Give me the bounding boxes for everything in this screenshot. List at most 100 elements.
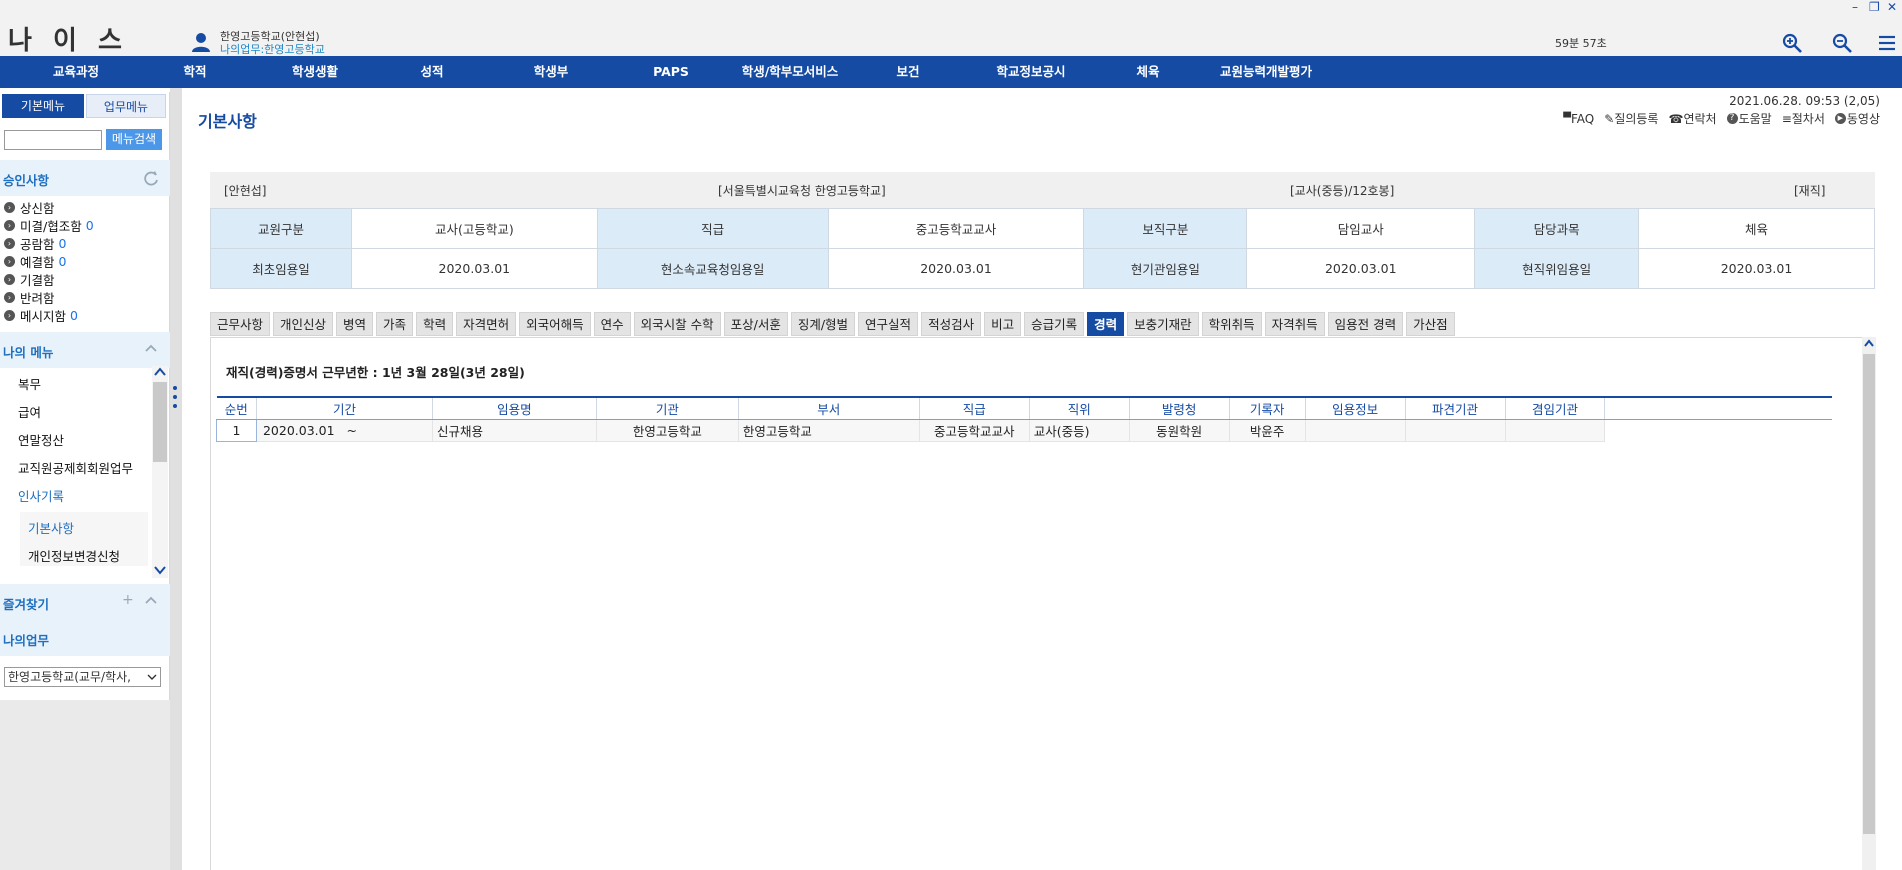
video-link[interactable]: ▶ 동영상 [1834,110,1880,127]
tab-career[interactable]: 경력 [1087,312,1125,336]
mymenu-item-salary[interactable]: 급여 [18,402,41,421]
approval-item-messages[interactable]: › 메시지함 0 [4,306,164,324]
drag-handle-icon[interactable] [171,384,179,410]
cell-issuer[interactable]: 동원학원 [1129,419,1230,442]
menu-search-button[interactable]: 메뉴검색 [106,129,162,150]
scroll-up-arrow-icon[interactable] [153,366,167,378]
tab-remarks[interactable]: 비고 [984,312,1022,336]
close-icon[interactable]: ✕ [1887,0,1897,14]
nav-item-registry[interactable]: 학적 [165,56,225,88]
tab-awards[interactable]: 포상/서훈 [723,312,788,336]
approval-item-circulation[interactable]: › 공람함 0 [4,234,164,252]
cell-position[interactable]: 교사(중등) [1029,419,1130,442]
tab-supplement[interactable]: 보충기재란 [1127,312,1199,336]
info-label: 보직구분 [1083,208,1248,249]
certificate-note: 재직(경력)증명서 근무년한 : 1년 3월 28일(3년 28일) [226,365,525,380]
mymenu-item-tax-settlement[interactable]: 연말정산 [18,430,64,449]
panel-divider[interactable] [170,88,182,870]
tab-discipline[interactable]: 징계/형벌 [790,312,856,336]
nav-item-student-life[interactable]: 학생생활 [280,56,350,88]
nav-item-pe[interactable]: 체육 [1128,56,1168,88]
detail-scroll-thumb[interactable] [1863,354,1875,834]
tab-promotion[interactable]: 승급기록 [1024,312,1085,336]
summary-name: [안현섭] [224,184,267,198]
col-header: 임용정보 [1305,396,1406,420]
approval-item-completed[interactable]: › 기결함 [4,270,164,288]
tab-degree[interactable]: 학위취득 [1201,312,1262,336]
scroll-up-arrow-icon[interactable] [1863,338,1875,350]
tab-language[interactable]: 외국어해득 [519,312,591,336]
tab-family[interactable]: 가족 [376,312,414,336]
teacher-summary-row: [안현섭] [서울특별시교육청 한영고등학교] [교사(중등)/12호봉] [재… [210,172,1875,208]
mymenu-item-attendance[interactable]: 복무 [18,374,41,393]
cell-seq[interactable]: 1 [216,418,257,442]
tab-personal[interactable]: 개인신상 [273,312,334,336]
approval-count: 0 [85,217,94,233]
hamburger-menu-icon[interactable] [1876,32,1898,54]
approval-item-rejected[interactable]: › 반려함 [4,288,164,306]
tab-work-status[interactable]: 근무사항 [210,312,271,336]
approval-item-pending[interactable]: › 미결/협조함 0 [4,216,164,234]
cell-appointment[interactable]: 신규채용 [432,419,597,442]
tab-basic-menu[interactable]: 기본메뉴 [2,94,84,118]
nav-item-parent-service[interactable]: 학생/학부모서비스 [730,56,850,88]
scroll-down-arrow-icon[interactable] [153,564,167,576]
user-work-link[interactable]: 나의업무:한영고등학교 [220,41,325,57]
minimize-icon[interactable]: – [1852,0,1858,14]
cell-grade[interactable]: 중고등학교교사 [919,419,1030,442]
tab-work-menu[interactable]: 업무메뉴 [86,94,166,118]
app-logo[interactable]: 나 이 스 [8,20,128,57]
menu-search-input[interactable] [4,130,102,150]
tab-research[interactable]: 연구실적 [858,312,919,336]
tab-training[interactable]: 연수 [593,312,631,336]
tab-pre-career[interactable]: 임용전 경력 [1327,312,1404,336]
cell-agency[interactable]: 한영고등학교 [596,419,739,442]
restore-icon[interactable]: ❐ [1869,0,1880,14]
plus-icon[interactable]: + [122,592,134,608]
mymenu-item-mutual-aid[interactable]: 교직원공제회회원업무 [18,458,133,477]
mymenu-scroll-thumb[interactable] [153,382,167,462]
org-select[interactable]: 한영고등학교(교무/학사, [4,667,161,687]
nav-item-paps[interactable]: PAPS [645,56,697,88]
cell-appoint-info[interactable] [1305,419,1406,442]
tab-education[interactable]: 학력 [416,312,454,336]
refresh-icon[interactable] [142,169,160,187]
approval-list: › 상신함 › 미결/협조함 0 › 공람함 0 › 예결함 0 › 기결함 › 반려함 › 메시지… [4,198,164,324]
cell-department[interactable]: 한영고등학교 [738,419,920,442]
mymenu-item-hr-record[interactable]: 인사기록 [18,486,64,505]
chevron-up-icon[interactable] [144,594,158,608]
col-header: 기록자 [1229,396,1306,420]
tab-military[interactable]: 병역 [336,312,374,336]
cell-concurrent[interactable] [1505,419,1606,442]
question-register-link[interactable]: ✎ 질의등록 [1604,110,1658,127]
cell-recorder[interactable]: 박윤주 [1229,419,1306,442]
help-link[interactable]: ? 도움말 [1726,110,1772,127]
cell-dispatch[interactable] [1405,419,1506,442]
procedure-link[interactable]: ≡ 절차서 [1782,110,1825,127]
tab-license[interactable]: 자격면허 [456,312,517,336]
approval-item-submitted[interactable]: › 상신함 [4,198,164,216]
table-row[interactable]: 1 2020.03.01 ~ 신규채용 한영고등학교 한영고등학교 중고등학교교… [216,418,1832,442]
nav-item-health[interactable]: 보건 [888,56,928,88]
nav-item-school-info[interactable]: 학교정보공시 [983,56,1079,88]
contact-link[interactable]: ☎ 연락처 [1668,110,1716,127]
cell-period[interactable]: 2020.03.01 ~ [256,419,433,442]
mymenu-sub-basic-info[interactable]: 기본사항 [28,518,74,537]
faq-link[interactable]: ▀ FAQ [1563,110,1594,127]
info-value: 교사(고등학교) [350,208,598,249]
chevron-down-icon [147,674,157,680]
tab-aptitude[interactable]: 적성검사 [921,312,982,336]
zoom-out-icon[interactable] [1831,32,1853,54]
nav-item-student-record[interactable]: 학생부 [520,56,582,88]
mymenu-sub-personal-change[interactable]: 개인정보변경신청 [28,546,120,565]
zoom-in-icon[interactable] [1781,32,1803,54]
nav-item-teacher-eval[interactable]: 교원능력개발평가 [1210,56,1322,88]
chevron-up-icon[interactable] [144,342,158,356]
nav-item-grades[interactable]: 성적 [407,56,457,88]
career-header-row: 순번 기간 임용명 기관 부서 직급 직위 발령청 기록자 임용정보 파견기관 … [216,396,1832,420]
tab-overseas-study[interactable]: 외국시찰 수학 [633,312,721,336]
tab-qualification[interactable]: 자격취득 [1264,312,1325,336]
approval-item-prearranged[interactable]: › 예결함 0 [4,252,164,270]
nav-item-curriculum[interactable]: 교육과정 [36,56,116,88]
tab-bonus-points[interactable]: 가산점 [1406,312,1455,336]
